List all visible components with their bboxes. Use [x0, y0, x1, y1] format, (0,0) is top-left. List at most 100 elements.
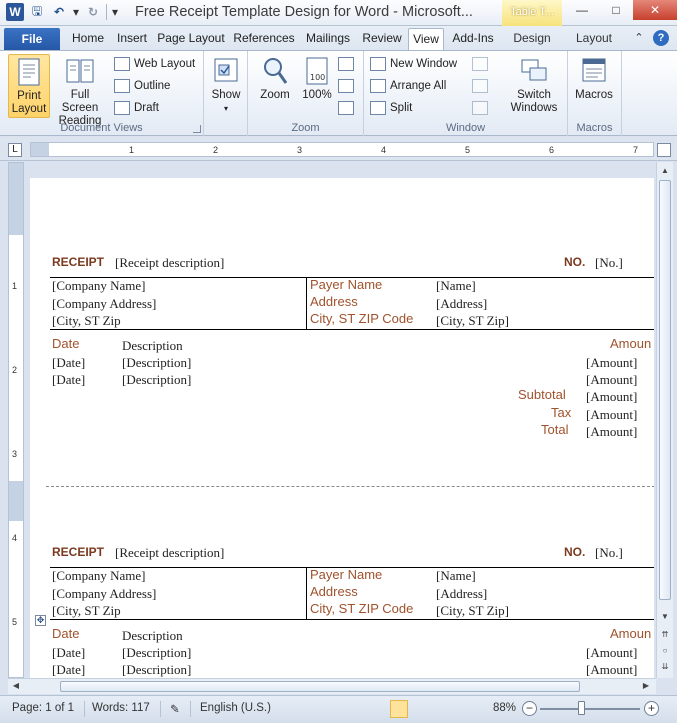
table-move-handle-icon[interactable]: ✥ [35, 615, 46, 626]
synchronous-scrolling-button[interactable] [472, 77, 488, 95]
tab-stop-selector-icon[interactable]: L [8, 143, 22, 157]
date-value[interactable]: [Date] [52, 355, 85, 371]
company-name[interactable]: [Company Name] [52, 568, 146, 584]
zoom-100-button[interactable]: 100 100% [296, 54, 338, 118]
new-window-button[interactable]: New Window [370, 55, 457, 73]
horizontal-scroll-thumb[interactable] [60, 681, 580, 692]
horizontal-scrollbar[interactable]: ◀ ▶ [8, 678, 656, 694]
outline-button[interactable]: Outline [114, 77, 170, 95]
arrange-all-button[interactable]: Arrange All [370, 77, 446, 95]
payer-city-value[interactable]: [City, ST Zip] [436, 603, 509, 619]
payer-name-value[interactable]: [Name] [436, 568, 476, 584]
previous-page-icon[interactable]: ⇈ [659, 630, 671, 642]
tab-file[interactable]: File [4, 28, 60, 50]
tab-page-layout[interactable]: Page Layout [155, 28, 227, 50]
horizontal-ruler[interactable]: 1 2 3 4 5 6 7 [30, 142, 654, 157]
draft-view-icon[interactable] [470, 700, 488, 718]
full-screen-reading-view-icon[interactable] [410, 700, 428, 718]
company-address[interactable]: [Company Address] [52, 296, 156, 312]
receipt-description[interactable]: [Receipt description] [115, 545, 224, 561]
company-city[interactable]: [City, ST Zip [52, 603, 121, 619]
zoom-slider-track[interactable] [540, 708, 640, 710]
switch-windows-button[interactable]: Switch Windows [506, 54, 562, 118]
two-pages-button[interactable] [338, 77, 354, 95]
customize-qat-icon[interactable]: ▾ [111, 3, 119, 21]
reset-window-position-button[interactable] [472, 99, 488, 117]
receipt-no-value[interactable]: [No.] [595, 255, 623, 271]
date-value[interactable]: [Date] [52, 645, 85, 661]
vertical-scrollbar[interactable]: ▲ ▼ ⇈ ○ ⇊ [656, 162, 673, 678]
zoom-button[interactable]: Zoom [254, 54, 296, 118]
payer-address-value[interactable]: [Address] [436, 586, 487, 602]
payer-name-value[interactable]: [Name] [436, 278, 476, 294]
web-layout-view-icon[interactable] [430, 700, 448, 718]
tab-review[interactable]: Review [359, 28, 405, 50]
maximize-button[interactable]: □ [599, 0, 633, 20]
scroll-right-icon[interactable]: ▶ [640, 681, 652, 693]
draft-button[interactable]: Draft [114, 99, 159, 117]
word-count[interactable]: Words: 117 [92, 702, 150, 714]
tab-references[interactable]: References [231, 28, 297, 50]
tab-layout[interactable]: Layout [567, 28, 621, 50]
company-name[interactable]: [Company Name] [52, 278, 146, 294]
language[interactable]: English (U.S.) [200, 702, 271, 714]
undo-dropdown-icon[interactable]: ▾ [72, 3, 80, 21]
tab-insert[interactable]: Insert [112, 28, 152, 50]
description-value[interactable]: [Description] [122, 372, 191, 388]
minimize-button[interactable]: — [565, 0, 599, 20]
page-count[interactable]: Page: 1 of 1 [12, 702, 74, 714]
save-icon[interactable]: 🖫 [28, 3, 46, 21]
zoom-out-icon[interactable]: − [522, 701, 537, 716]
vertical-ruler[interactable]: 1 2 3 4 5 [8, 162, 24, 678]
document-views-dialog-launcher-icon[interactable] [193, 125, 201, 133]
tab-addins[interactable]: Add-Ins [447, 28, 499, 50]
page-width-button[interactable] [338, 99, 354, 117]
show-button[interactable]: Show ▾ [206, 54, 246, 118]
document-area[interactable]: RECEIPT [Receipt description] NO. [No.] … [28, 162, 654, 678]
tax-value[interactable]: [Amount] [586, 407, 637, 423]
tab-home[interactable]: Home [66, 28, 110, 50]
word-app-icon[interactable]: W [6, 3, 24, 21]
vertical-scroll-thumb[interactable] [659, 180, 671, 600]
document-page[interactable]: RECEIPT [Receipt description] NO. [No.] … [30, 178, 654, 678]
total-value[interactable]: [Amount] [586, 424, 637, 440]
amount-value[interactable]: [Amount] [586, 645, 637, 661]
redo-icon[interactable]: ↻ [84, 3, 102, 21]
subtotal-value[interactable]: [Amount] [586, 389, 637, 405]
outline-view-icon[interactable] [450, 700, 468, 718]
close-button[interactable]: ✕ [633, 0, 677, 20]
zoom-in-icon[interactable]: + [644, 701, 659, 716]
zoom-slider-knob[interactable] [578, 701, 585, 715]
amount-value[interactable]: [Amount] [586, 372, 637, 388]
tab-mailings[interactable]: Mailings [300, 28, 356, 50]
date-value[interactable]: [Date] [52, 662, 85, 678]
scroll-down-icon[interactable]: ▼ [659, 612, 671, 624]
web-layout-button[interactable]: Web Layout [114, 55, 195, 73]
description-value[interactable]: [Description] [122, 355, 191, 371]
print-layout-view-icon[interactable] [390, 700, 408, 718]
payer-city-value[interactable]: [City, ST Zip] [436, 313, 509, 329]
full-screen-reading-button[interactable]: Full Screen Reading [52, 54, 108, 127]
tab-design[interactable]: Design [505, 28, 559, 50]
macros-button[interactable]: Macros [573, 54, 615, 118]
amount-value[interactable]: [Amount] [586, 355, 637, 371]
receipt-description[interactable]: [Receipt description] [115, 255, 224, 271]
split-button[interactable]: Split [370, 99, 412, 117]
zoom-level[interactable]: 88% [493, 702, 516, 714]
company-address[interactable]: [Company Address] [52, 586, 156, 602]
next-page-icon[interactable]: ⇊ [659, 662, 671, 674]
receipt-no-value[interactable]: [No.] [595, 545, 623, 561]
one-page-button[interactable] [338, 55, 354, 73]
amount-value[interactable]: [Amount] [586, 662, 637, 678]
print-layout-button[interactable]: Print Layout [8, 54, 50, 118]
scroll-left-icon[interactable]: ◀ [10, 681, 22, 693]
company-city[interactable]: [City, ST Zip [52, 313, 121, 329]
select-browse-object-icon[interactable]: ○ [659, 646, 671, 658]
undo-icon[interactable]: ↶ [50, 3, 68, 21]
description-value[interactable]: [Description] [122, 645, 191, 661]
minimize-ribbon-icon[interactable]: ⌃ [631, 30, 647, 46]
help-icon[interactable]: ? [653, 30, 669, 46]
payer-address-value[interactable]: [Address] [436, 296, 487, 312]
date-value[interactable]: [Date] [52, 372, 85, 388]
tab-view[interactable]: View [408, 28, 444, 50]
